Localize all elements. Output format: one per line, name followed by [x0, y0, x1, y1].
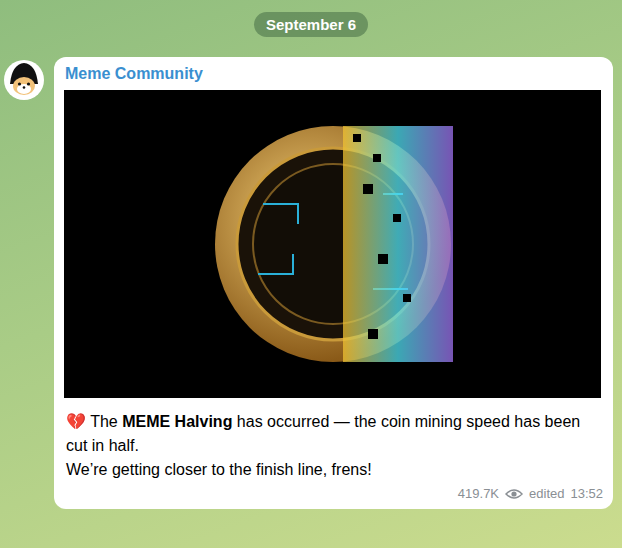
message-paragraph: 💔 The MEME Halving has occurred — the co…: [66, 410, 601, 458]
edited-label: edited: [529, 486, 564, 501]
post-row: Meme Community 💔 The MEME Halving has occ…: [0, 37, 622, 509]
message-paragraph: We’re getting closer to the finish line,…: [66, 458, 601, 482]
date-pill: September 6: [254, 12, 368, 37]
message-footer: 419.7K edited 13:52: [64, 482, 603, 501]
channel-avatar-icon[interactable]: [4, 60, 44, 100]
text-segment: MEME Halving: [122, 413, 232, 430]
text-segment: We’re getting closer to the finish line,…: [66, 461, 372, 478]
post-image[interactable]: [64, 90, 601, 398]
coin-icon: [203, 114, 463, 374]
message-bubble: Meme Community 💔 The MEME Halving has occ…: [54, 57, 613, 509]
view-count: 419.7K: [458, 486, 499, 501]
date-row: September 6: [0, 0, 622, 37]
message-time: 13:52: [570, 486, 603, 501]
message-text: 💔 The MEME Halving has occurred — the co…: [64, 398, 603, 482]
text-segment: 💔 The: [66, 413, 122, 430]
eye-icon: [505, 488, 523, 500]
channel-name[interactable]: Meme Community: [64, 64, 603, 90]
